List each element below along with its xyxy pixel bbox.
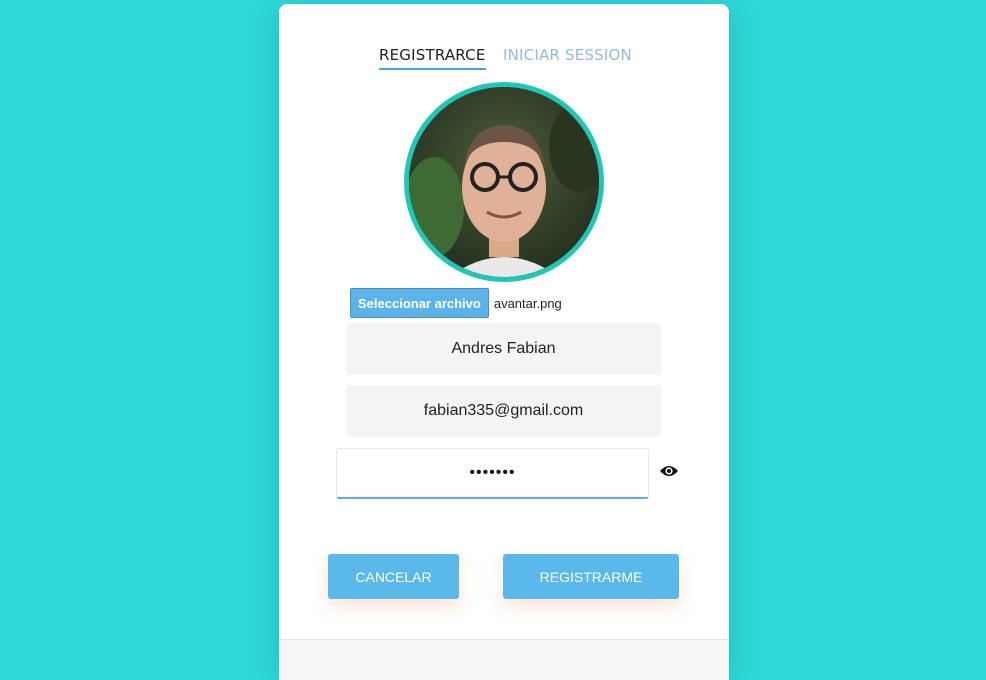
card-footer [279,639,729,680]
file-name-label: avantar.png [493,295,562,311]
tab-register[interactable]: REGISTRARCE [379,46,486,70]
eye-icon[interactable] [659,463,679,479]
file-upload-row: Seleccionar archivo avantar.png [350,288,562,318]
cancel-button[interactable]: CANCELAR [328,554,459,599]
auth-tabs: REGISTRARCE INICIAR SESSION [279,46,729,76]
avatar [404,82,604,282]
password-field[interactable]: ••••••• [336,448,649,499]
email-field[interactable]: fabian335@gmail.com [346,385,661,437]
name-field[interactable]: Andres Fabian [346,323,661,375]
tab-login[interactable]: INICIAR SESSION [503,46,632,68]
select-file-button[interactable]: Seleccionar archivo [350,288,489,318]
avatar-photo [409,87,599,277]
register-button[interactable]: REGISTRARME [503,554,679,599]
register-card: REGISTRARCE INICIAR SESSION Seleccionar … [279,4,729,680]
